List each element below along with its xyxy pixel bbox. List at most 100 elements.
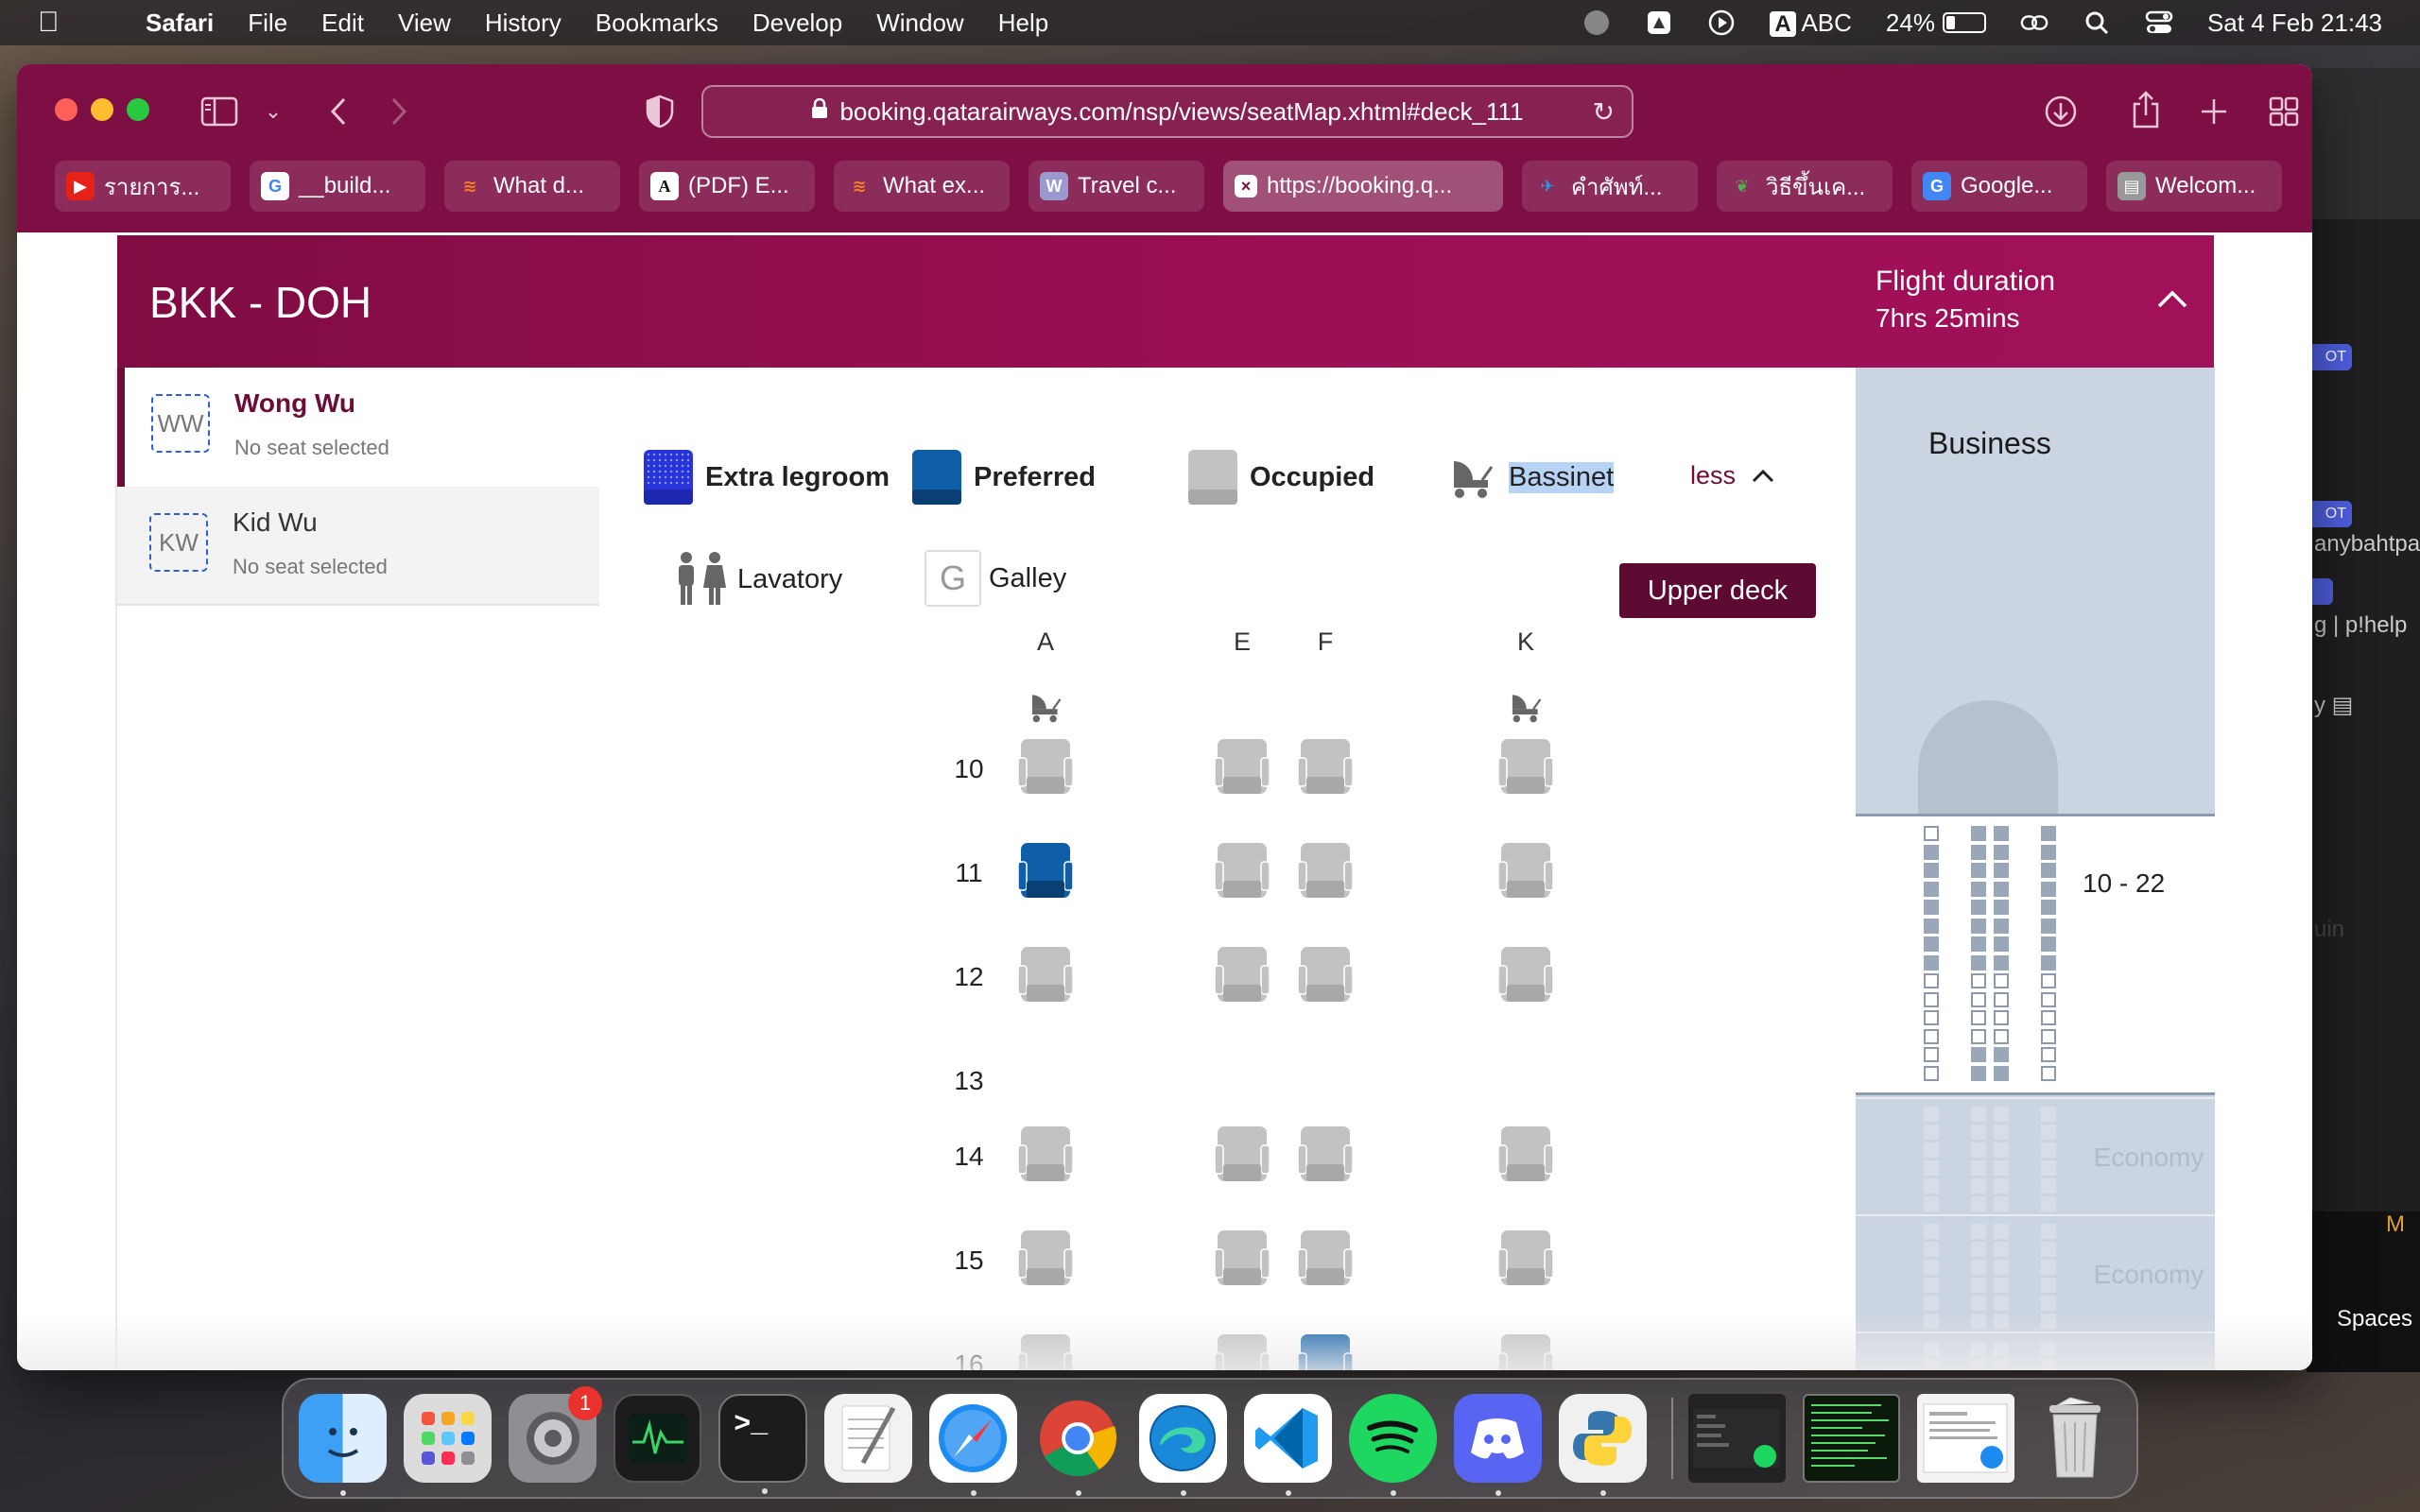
chevron-down-icon[interactable]: ⌄	[259, 93, 287, 130]
menu-file[interactable]: File	[248, 9, 287, 38]
legend-toggle[interactable]: less	[1690, 461, 1775, 490]
minimize-window-button[interactable]	[91, 98, 113, 121]
drive-icon[interactable]	[1645, 9, 1673, 37]
discord-icon[interactable]	[1453, 1394, 1542, 1496]
seat-10e[interactable]	[1214, 735, 1270, 798]
battery-status[interactable]: 24%	[1886, 9, 1986, 38]
collapse-chevron-icon[interactable]	[2155, 279, 2189, 318]
legend-galley: G Galley	[925, 550, 1066, 607]
seat-16e[interactable]	[1214, 1331, 1270, 1370]
link-icon[interactable]	[2020, 9, 2048, 37]
edge-icon[interactable]	[1138, 1394, 1227, 1496]
browser-tab[interactable]: A (PDF) E...	[639, 161, 815, 212]
close-window-button[interactable]	[55, 98, 78, 121]
seat-15a[interactable]	[1017, 1227, 1074, 1289]
browser-tab[interactable]: ❦ วิธีขึ้นเค...	[1717, 161, 1893, 212]
passenger-item-wong-wu[interactable]: WW Wong Wu No seat selected	[117, 368, 599, 487]
control-center-icon[interactable]	[2145, 9, 2173, 37]
seat-11f[interactable]	[1297, 839, 1354, 902]
textedit-icon[interactable]	[823, 1394, 912, 1483]
menu-window[interactable]: Window	[876, 9, 963, 38]
finder-icon[interactable]	[299, 1394, 388, 1496]
terminal-icon[interactable]: >_	[718, 1394, 807, 1494]
launchpad-icon[interactable]	[404, 1394, 493, 1483]
input-source[interactable]: A ABC	[1770, 9, 1852, 38]
minimized-window-thumbnail[interactable]	[1687, 1394, 1786, 1483]
seat-14e[interactable]	[1214, 1123, 1270, 1185]
browser-tab[interactable]: G __build...	[250, 161, 425, 212]
bird-icon: ✈	[1540, 176, 1555, 196]
new-tab-icon[interactable]	[2193, 91, 2235, 132]
economy-section-2[interactable]: Economy	[1856, 1214, 2215, 1330]
browser-tab[interactable]: ≋ What d...	[444, 161, 620, 212]
menu-edit[interactable]: Edit	[321, 9, 364, 38]
seat-11e[interactable]	[1214, 839, 1270, 902]
preferred-seat-icon	[908, 448, 966, 507]
seat-16k[interactable]	[1497, 1331, 1554, 1370]
mini-seat	[1971, 1242, 1986, 1257]
menu-history[interactable]: History	[485, 9, 562, 38]
browser-tab[interactable]: × https://booking.q...	[1223, 161, 1503, 212]
menu-bookmarks[interactable]: Bookmarks	[596, 9, 718, 38]
seat-10k[interactable]	[1497, 735, 1554, 798]
menu-app-safari[interactable]: Safari	[146, 9, 214, 38]
menu-view[interactable]: View	[398, 9, 451, 38]
economy-section-1[interactable]: Economy	[1856, 1097, 2215, 1212]
seat-14f[interactable]	[1297, 1123, 1354, 1185]
system-settings-icon[interactable]: 1	[509, 1386, 603, 1483]
browser-tab[interactable]: ▤ Welcom...	[2106, 161, 2282, 212]
tab-overview-icon[interactable]	[2263, 91, 2305, 132]
safari-icon[interactable]	[928, 1394, 1017, 1496]
upper-deck-button[interactable]: Upper deck	[1619, 563, 1816, 618]
play-icon[interactable]	[1707, 9, 1736, 37]
seat-10a[interactable]	[1017, 735, 1074, 798]
record-icon[interactable]	[1582, 9, 1611, 37]
vscode-icon[interactable]	[1243, 1394, 1332, 1496]
passenger-item-kid-wu[interactable]: KW Kid Wu No seat selected	[117, 487, 599, 606]
seat-15k[interactable]	[1497, 1227, 1554, 1289]
seat-16f[interactable]	[1297, 1331, 1354, 1370]
reload-icon[interactable]: ↻	[1593, 96, 1615, 128]
economy-section-3[interactable]	[1856, 1332, 2215, 1370]
seat-10f[interactable]	[1297, 735, 1354, 798]
fullscreen-window-button[interactable]	[127, 98, 149, 121]
python-launcher-icon[interactable]	[1558, 1394, 1647, 1496]
seat-11k[interactable]	[1497, 839, 1554, 902]
minimized-window-thumbnail[interactable]	[1802, 1394, 1900, 1483]
chrome-icon[interactable]	[1034, 1394, 1122, 1496]
activity-monitor-icon[interactable]	[614, 1394, 702, 1483]
spotify-icon[interactable]	[1348, 1394, 1437, 1496]
browser-tab[interactable]: G Google...	[1911, 161, 2087, 212]
seat-15f[interactable]	[1297, 1227, 1354, 1289]
business-section[interactable]	[1856, 814, 2215, 1095]
seat-12k[interactable]	[1497, 943, 1554, 1005]
browser-tab[interactable]: ≋ What ex...	[834, 161, 1010, 212]
seat-14k[interactable]	[1497, 1123, 1554, 1185]
seat-12a[interactable]	[1017, 943, 1074, 1005]
clock[interactable]: Sat 4 Feb 21:43	[2207, 9, 2382, 38]
seat-15e[interactable]	[1214, 1227, 1270, 1289]
seat-11a[interactable]	[1017, 839, 1074, 902]
search-icon[interactable]	[2083, 9, 2111, 37]
menu-help[interactable]: Help	[998, 9, 1048, 38]
apple-icon[interactable]: 	[38, 7, 76, 39]
seat-12e[interactable]	[1214, 943, 1270, 1005]
browser-tab[interactable]: ✈ คำศัพท์...	[1522, 161, 1698, 212]
browser-tab[interactable]: W Travel c...	[1028, 161, 1204, 212]
sidebar-icon[interactable]	[199, 91, 240, 132]
address-bar[interactable]: booking.qatarairways.com/nsp/views/seatM…	[701, 85, 1634, 138]
menu-develop[interactable]: Develop	[752, 9, 842, 38]
back-icon[interactable]	[320, 93, 357, 130]
downloads-icon[interactable]	[2040, 91, 2082, 132]
privacy-shield-icon[interactable]	[641, 91, 679, 132]
share-icon[interactable]	[2125, 87, 2167, 132]
mini-seat	[1971, 1065, 1986, 1081]
seat-14a[interactable]	[1017, 1123, 1074, 1185]
seat-12f[interactable]	[1297, 943, 1354, 1005]
minimized-window-thumbnail[interactable]	[1916, 1394, 2014, 1483]
mini-seat	[1971, 1143, 1986, 1158]
trash-icon[interactable]	[2031, 1394, 2119, 1483]
forward-icon[interactable]	[380, 93, 418, 130]
seat-16a[interactable]	[1017, 1331, 1074, 1370]
browser-tab[interactable]: ▶ รายการ...	[55, 161, 231, 212]
